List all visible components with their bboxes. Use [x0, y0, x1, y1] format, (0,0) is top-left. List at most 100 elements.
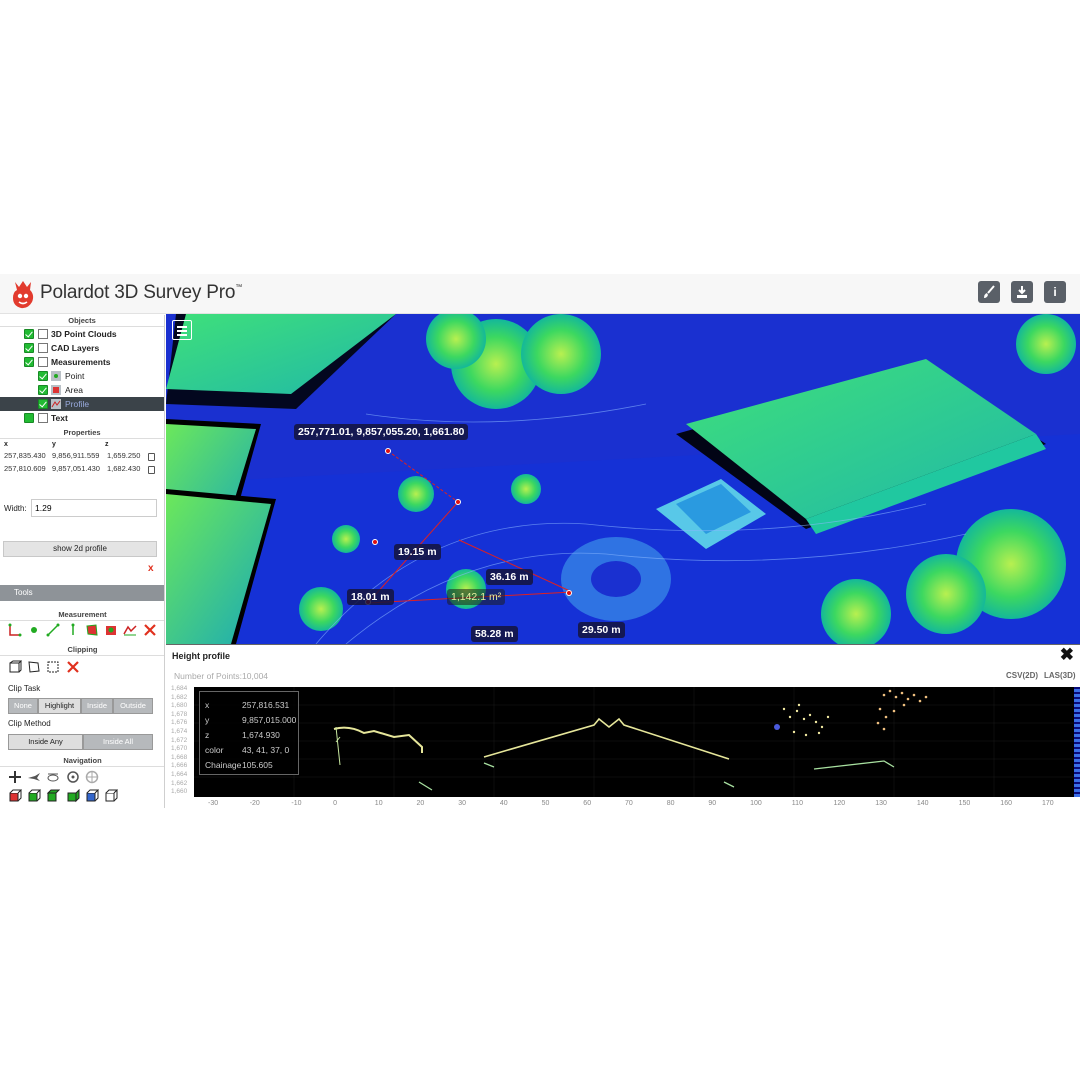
profile-plot[interactable]: x 257,816.531 y 9,857,015.000 z 1,674.93… — [194, 687, 1074, 797]
tree-item-profile[interactable]: Profile — [0, 397, 164, 411]
y-tick-label: 1,678 — [171, 710, 188, 718]
tree-item-point-clouds[interactable]: 3D Point Clouds — [0, 327, 164, 341]
tree-item-text[interactable]: Text — [0, 411, 164, 425]
close-profile-button[interactable]: ✖ — [1060, 645, 1074, 665]
tree-item-measurements[interactable]: Measurements — [0, 355, 164, 369]
y-tick-label: 1,664 — [171, 771, 188, 778]
x-tick-label: 20 — [416, 800, 425, 807]
clip-task-outside[interactable]: Outside — [113, 698, 153, 714]
point-icon[interactable] — [27, 623, 41, 637]
show-2d-profile-button[interactable]: show 2d profile — [3, 541, 157, 557]
volume-icon[interactable] — [104, 623, 118, 637]
clip-method-selector: Inside Any Inside All — [8, 734, 153, 750]
width-input[interactable] — [31, 499, 157, 517]
point-cloud-viewport[interactable]: 257,771.01, 9,857,055.20, 1,661.80 19.15… — [166, 314, 1080, 644]
column-x: x — [4, 441, 8, 448]
point-measure-icon — [51, 371, 61, 381]
clip-task-highlight[interactable]: Highlight — [38, 698, 81, 714]
helicopter-controls-icon[interactable] — [46, 770, 60, 784]
area-icon[interactable] — [85, 623, 99, 637]
info-value-color: 43, 41, 37, 0 — [242, 745, 290, 755]
brush-button[interactable] — [978, 281, 1000, 303]
measurement-point-marker[interactable] — [455, 499, 461, 505]
area-label: 1,142.1 m² — [447, 589, 506, 605]
y-tick-label: 1,674 — [171, 728, 188, 735]
checkbox-measurements[interactable] — [24, 357, 34, 367]
copy-icon[interactable] — [148, 466, 155, 474]
measurement-tools — [8, 623, 160, 637]
checkbox-cad-layers[interactable] — [24, 343, 34, 353]
clip-task-selector: None Highlight Inside Outside — [8, 698, 153, 714]
checkbox-point[interactable] — [38, 371, 48, 381]
cell-x: 257,835.430 — [4, 451, 46, 460]
x-tick-label: 10 — [374, 800, 383, 807]
checkbox-area[interactable] — [38, 385, 48, 395]
height-icon[interactable] — [66, 623, 80, 637]
clipping-section-title: Clipping — [0, 644, 164, 656]
earth-controls-icon[interactable] — [8, 770, 22, 784]
download-icon — [1017, 286, 1027, 298]
tree-item-cad-layers[interactable]: CAD Layers — [0, 341, 164, 355]
remove-all-measurements-icon[interactable] — [143, 623, 157, 637]
export-las-button[interactable]: LAS(3D) — [1044, 671, 1076, 680]
angle-icon[interactable] — [8, 623, 22, 637]
folder-icon — [38, 357, 48, 367]
download-button[interactable] — [1011, 281, 1033, 303]
tree-label: Text — [51, 413, 68, 423]
cell-z: 1,659.250 — [107, 451, 141, 460]
front-view-icon[interactable] — [27, 789, 42, 803]
view-tools — [8, 789, 121, 803]
remove-measurement-button[interactable]: x — [148, 563, 154, 574]
tree-label: Measurements — [51, 357, 111, 367]
x-tick-label: 110 — [791, 800, 803, 807]
orbit-controls-icon[interactable] — [66, 770, 80, 784]
remove-clipping-icon[interactable] — [66, 660, 80, 674]
distance-icon[interactable] — [46, 623, 60, 637]
clip-screen-icon[interactable] — [46, 660, 60, 674]
folder-icon — [38, 343, 48, 353]
clip-task-inside[interactable]: Inside — [81, 698, 113, 714]
distance-label: 58.28 m — [471, 626, 518, 642]
menu-toggle-button[interactable] — [172, 320, 192, 340]
clip-volume-icon[interactable] — [8, 660, 22, 674]
trademark: ™ — [235, 284, 243, 291]
info-key-y: y — [205, 715, 210, 725]
tools-section-header[interactable]: Tools — [0, 585, 164, 601]
clip-polygon-icon[interactable] — [27, 660, 41, 674]
measurement-point-marker[interactable] — [566, 590, 572, 596]
clip-method-inside-all[interactable]: Inside All — [83, 734, 153, 750]
back-view-icon[interactable] — [66, 789, 80, 803]
clip-method-inside-any[interactable]: Inside Any — [8, 734, 83, 750]
folder-icon — [38, 329, 48, 339]
y-tick-label: 1,676 — [171, 719, 188, 727]
info-button[interactable]: i — [1044, 281, 1066, 303]
checkbox-point-clouds[interactable] — [24, 329, 34, 339]
app-window: Polardot 3D Survey Pro™ i Objects 3D Poi… — [0, 274, 1080, 808]
copy-icon[interactable] — [148, 453, 155, 461]
x-tick-label: 140 — [916, 800, 929, 807]
full-extent-icon[interactable] — [85, 770, 99, 784]
measurement-point-marker[interactable] — [385, 448, 391, 454]
navigation-section-title: Navigation — [0, 755, 164, 767]
profile-icon[interactable] — [123, 623, 137, 637]
fly-controls-icon[interactable] — [27, 770, 41, 784]
measurement-point-marker[interactable] — [372, 539, 378, 545]
tree-item-area[interactable]: Area — [0, 383, 164, 397]
bottom-view-icon[interactable] — [104, 789, 119, 803]
width-label: Width: — [4, 504, 27, 513]
top-view-icon[interactable] — [46, 789, 61, 803]
properties-header: x y z — [0, 439, 164, 451]
x-tick-label: 0 — [333, 800, 337, 807]
clip-task-none[interactable]: None — [8, 698, 38, 714]
checkbox-text[interactable] — [24, 413, 34, 423]
clip-method-label: Clip Method — [8, 719, 51, 728]
checkbox-profile[interactable] — [38, 399, 48, 409]
right-view-icon[interactable] — [85, 789, 99, 803]
distance-label: 36.16 m — [486, 569, 533, 585]
polardot-logo-icon — [13, 281, 34, 309]
tree-item-point[interactable]: Point — [0, 369, 164, 383]
left-view-icon[interactable] — [8, 789, 22, 803]
export-csv-button[interactable]: CSV(2D) — [1006, 671, 1038, 680]
profile-scrollbar[interactable] — [1074, 687, 1080, 797]
x-tick-label: 170 — [1042, 800, 1054, 807]
